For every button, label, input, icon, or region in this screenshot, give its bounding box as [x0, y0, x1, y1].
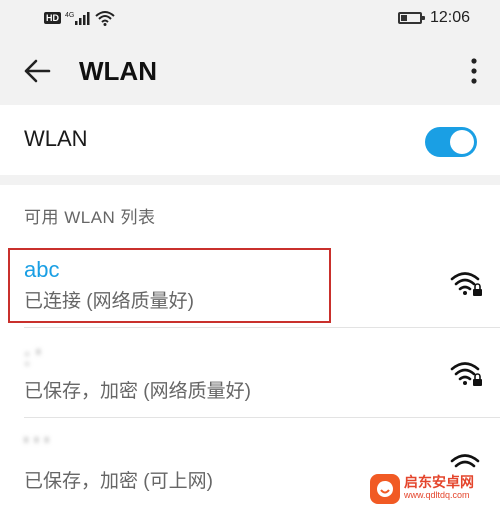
wifi-status-icon: [95, 11, 115, 26]
watermark-icon: [370, 474, 400, 504]
more-options-button[interactable]: [462, 54, 486, 88]
status-icons-left: HD 4G: [44, 10, 115, 26]
network-type-label: 4G: [65, 12, 74, 19]
hd-badge: HD: [44, 12, 61, 24]
wlan-toggle-label: WLAN: [24, 126, 88, 151]
divider: [24, 417, 500, 418]
divider: [24, 327, 500, 328]
page-title: WLAN: [79, 56, 157, 86]
wlan-toggle-switch[interactable]: [425, 127, 477, 157]
watermark-title: 启东安卓网: [404, 474, 474, 490]
back-button[interactable]: [20, 54, 54, 88]
network-list-header: 可用 WLAN 列表: [24, 208, 156, 227]
wifi-locked-icon: [450, 272, 482, 296]
network-name: ' ' ': [24, 433, 49, 458]
network-name: : ': [24, 345, 41, 370]
status-time: 12:06: [429, 9, 470, 26]
highlight-annotation: [8, 248, 331, 323]
battery-level: [400, 15, 407, 21]
cellular-signal-icon: 4G: [65, 12, 90, 25]
toggle-knob: [450, 130, 474, 154]
network-status: 已保存，加密 (网络质量好): [24, 381, 251, 402]
more-vertical-icon: [471, 58, 477, 84]
status-icons-right: 12:06: [397, 9, 470, 27]
network-status: 已保存，加密 (可上网): [24, 471, 213, 492]
app-bar: WLAN: [0, 38, 500, 102]
battery-icon: [397, 12, 425, 24]
status-bar: HD 4G 12:06: [0, 0, 500, 38]
wifi-locked-icon: [450, 362, 482, 386]
wlan-toggle-row: WLAN: [0, 105, 500, 175]
network-item[interactable]: : ' 已保存，加密 (网络质量好): [0, 338, 500, 428]
watermark-logo: 启东安卓网 www.qdltdq.com: [370, 470, 498, 508]
network-list: 可用 WLAN 列表 abc 已连接 (网络质量好) : ' 已保存，加密 (网…: [0, 185, 500, 511]
arrow-left-icon: [24, 59, 51, 83]
watermark-url: www.qdltdq.com: [404, 490, 470, 500]
